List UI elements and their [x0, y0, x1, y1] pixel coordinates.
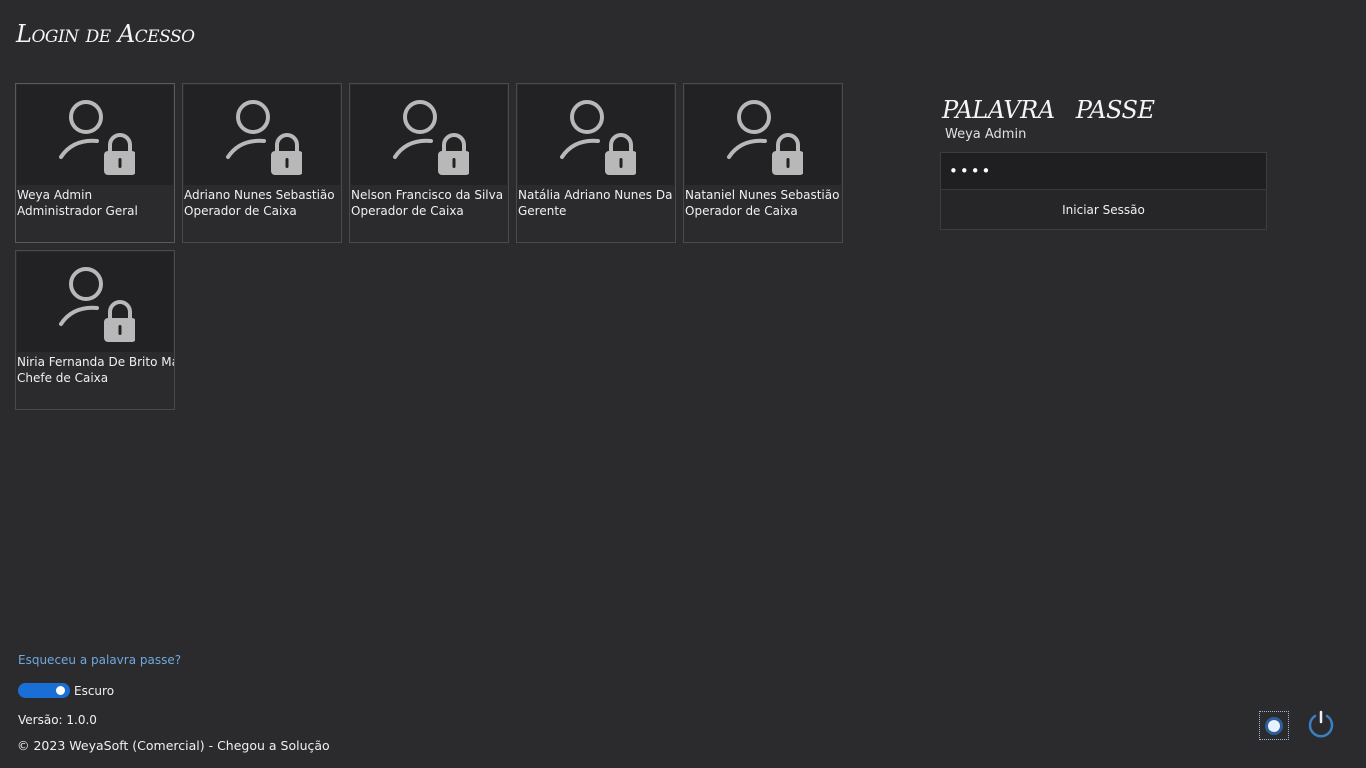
user-role: Chefe de Caixa: [17, 371, 109, 385]
version-label: Versão: 1.0.0: [18, 713, 97, 727]
password-panel-title: PALAVRA PASSE: [942, 96, 1155, 124]
user-grid: Weya Admin Administrador Geral Adriano N…: [15, 83, 855, 410]
avatar: [518, 85, 674, 185]
user-role: Operador de Caixa: [351, 204, 464, 218]
user-lock-icon: [59, 267, 135, 342]
user-card-weya-admin[interactable]: Weya Admin Administrador Geral: [15, 83, 175, 243]
user-card-nelson[interactable]: Nelson Francisco da Silva Operador de Ca…: [349, 83, 509, 243]
dark-mode-switch[interactable]: [18, 683, 70, 698]
settings-icon: [1265, 716, 1283, 735]
user-name: Weya Admin: [17, 188, 93, 202]
theme-toggle[interactable]: Escuro: [18, 683, 114, 698]
login-form: Iniciar Sessão: [940, 152, 1267, 230]
user-name: Niria Fernanda De Brito Mat: [17, 355, 174, 369]
settings-button[interactable]: [1259, 711, 1289, 740]
user-card-natalia[interactable]: Natália Adriano Nunes Da S Gerente: [516, 83, 676, 243]
avatar: [17, 85, 173, 185]
selected-user-name: Weya Admin: [945, 127, 1027, 142]
user-lock-icon: [226, 100, 302, 175]
theme-label: Escuro: [74, 683, 115, 698]
power-icon: [1308, 710, 1334, 738]
password-input[interactable]: [941, 153, 1266, 190]
power-button[interactable]: [1305, 708, 1337, 740]
user-lock-icon: [560, 100, 636, 175]
forgot-password-link[interactable]: Esqueceu a palavra passe?: [18, 653, 181, 667]
user-lock-icon: [59, 100, 135, 175]
avatar: [184, 85, 340, 185]
avatar: [351, 85, 507, 185]
page-title: Login de Acesso: [16, 20, 195, 48]
user-name: Nelson Francisco da Silva: [351, 188, 504, 202]
user-lock-icon: [727, 100, 803, 175]
login-button[interactable]: Iniciar Sessão: [941, 190, 1266, 229]
user-lock-icon: [393, 100, 469, 175]
user-card-niria[interactable]: Niria Fernanda De Brito Mat Chefe de Cai…: [15, 250, 175, 410]
user-card-adriano[interactable]: Adriano Nunes Sebastião Operador de Caix…: [182, 83, 342, 243]
switch-knob: [56, 686, 65, 695]
user-name: Natália Adriano Nunes Da S: [518, 188, 675, 202]
user-name: Nataniel Nunes Sebastião: [685, 188, 840, 202]
copyright-label: © 2023 WeyaSoft (Comercial) - Chegou a S…: [17, 738, 330, 753]
avatar: [17, 252, 173, 352]
user-role: Administrador Geral: [17, 204, 138, 218]
user-role: Operador de Caixa: [685, 204, 798, 218]
user-name: Adriano Nunes Sebastião: [184, 188, 335, 202]
avatar: [685, 85, 841, 185]
user-card-nataniel[interactable]: Nataniel Nunes Sebastião Operador de Cai…: [683, 83, 843, 243]
user-role: Operador de Caixa: [184, 204, 297, 218]
user-role: Gerente: [518, 204, 567, 218]
